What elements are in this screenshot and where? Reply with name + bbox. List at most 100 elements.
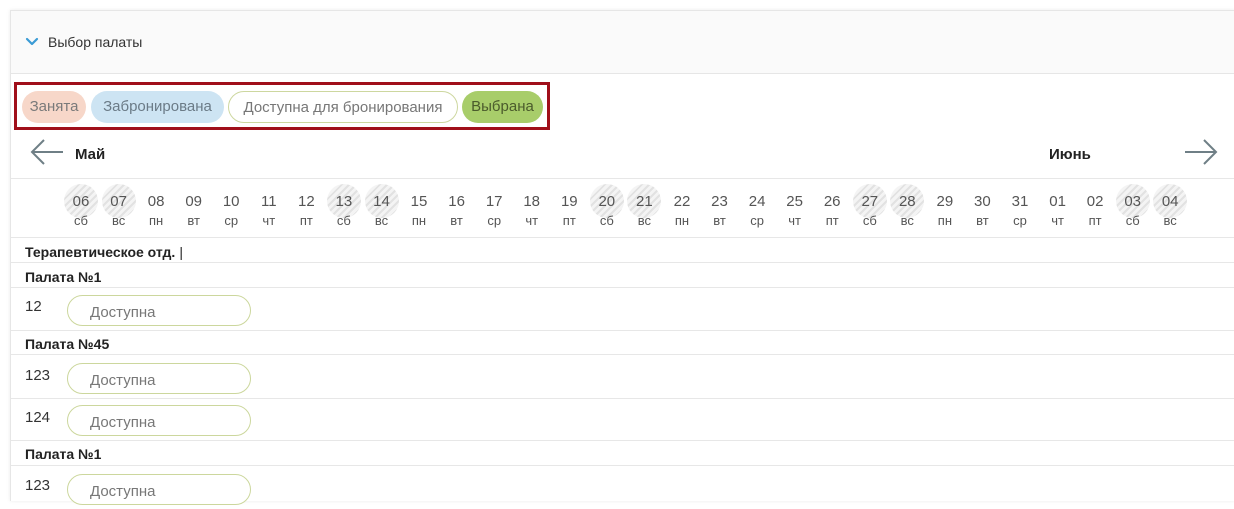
calendar-day[interactable]: 31 ср	[1003, 189, 1037, 235]
day-of-week: вс	[1163, 213, 1177, 228]
day-of-week: сб	[1125, 213, 1140, 228]
day-of-week: чт	[525, 213, 539, 228]
bed-status-available[interactable]: Доступна	[67, 474, 251, 505]
day-of-week: вс	[637, 213, 652, 228]
calendar-day[interactable]: 03 сб	[1115, 184, 1150, 235]
calendar-day[interactable]: 15 пн	[402, 189, 436, 235]
arrow-right-icon[interactable]	[1183, 137, 1219, 167]
calendar-day[interactable]: 22 пн	[665, 189, 699, 235]
bed-status-available[interactable]: Доступна	[67, 405, 251, 436]
day-of-week: пн	[411, 213, 427, 228]
day-number: 25	[786, 193, 803, 210]
month-label-current: Май	[75, 146, 106, 163]
calendar-day[interactable]: 07 вс	[101, 184, 136, 235]
day-number: 04	[1161, 193, 1179, 210]
day-number: 19	[560, 193, 578, 210]
calendar-day[interactable]: 11 чт	[252, 189, 286, 235]
calendar-day[interactable]: 21 вс	[627, 184, 662, 235]
calendar-day[interactable]: 16 вт	[440, 189, 474, 235]
ward-title: Палата №1	[25, 446, 102, 462]
calendar-day[interactable]: 23 вт	[703, 189, 737, 235]
calendar-day[interactable]: 13 сб	[326, 184, 361, 235]
day-of-week: пт	[299, 213, 313, 228]
day-of-week: чт	[262, 213, 276, 228]
bed-number: 123	[25, 367, 51, 384]
divider	[11, 398, 1234, 399]
day-number: 29	[936, 193, 954, 210]
panel-header[interactable]: Выбор палаты	[11, 11, 1234, 74]
day-of-week: ср	[750, 213, 764, 228]
day-of-week: ср	[1013, 213, 1027, 228]
day-number: 03	[1124, 193, 1142, 210]
divider	[11, 354, 1234, 355]
day-number: 30	[974, 193, 991, 210]
legend-selected[interactable]: Выбрана	[462, 91, 543, 123]
day-number: 06	[72, 193, 90, 210]
day-of-week: пн	[148, 213, 164, 228]
day-number: 11	[261, 193, 277, 210]
day-of-week: сб	[336, 213, 351, 228]
calendar-day[interactable]: 26 пт	[815, 189, 849, 235]
day-number: 26	[823, 193, 841, 210]
day-number: 31	[1011, 193, 1029, 210]
calendar-day[interactable]: 20 сб	[589, 184, 624, 235]
day-of-week: вт	[976, 213, 989, 228]
calendar-day[interactable]: 18 чт	[515, 189, 549, 235]
calendar-day[interactable]: 19 пт	[552, 189, 586, 235]
day-of-week: сб	[74, 213, 88, 228]
calendar-day[interactable]: 27 сб	[852, 184, 887, 235]
ward-selection-panel: Выбор палаты Занята Забронирована Доступ…	[10, 10, 1234, 505]
day-number: 23	[711, 193, 728, 210]
ward-title: Палата №45	[25, 336, 110, 352]
bed-status-available[interactable]: Доступна	[67, 295, 251, 326]
divider	[11, 440, 1234, 441]
day-of-week: пт	[562, 213, 576, 228]
calendar-day[interactable]: 10 ср	[214, 189, 248, 235]
day-number: 21	[636, 193, 653, 210]
day-of-week: чт	[1051, 213, 1064, 228]
divider	[11, 465, 1234, 466]
calendar-day[interactable]: 08 пн	[139, 189, 173, 235]
calendar-day[interactable]: 02 пт	[1078, 189, 1112, 235]
day-of-week: вт	[187, 213, 200, 228]
calendar-day[interactable]: 12 пт	[289, 189, 323, 235]
day-number: 13	[335, 193, 353, 210]
calendar-day[interactable]: 06 сб	[64, 184, 98, 235]
day-number: 27	[861, 193, 879, 210]
calendar-day[interactable]: 17 ср	[477, 189, 511, 235]
calendar-day[interactable]: 14 вс	[364, 184, 399, 235]
day-number: 16	[448, 193, 465, 210]
day-number: 09	[185, 193, 203, 210]
legend-booked[interactable]: Забронирована	[91, 91, 224, 123]
divider	[11, 330, 1234, 331]
bed-number: 12	[25, 298, 42, 315]
day-number: 07	[110, 193, 127, 210]
day-of-week: вс	[900, 213, 914, 228]
day-number: 17	[485, 193, 503, 210]
day-number: 10	[222, 193, 240, 210]
calendar-day[interactable]: 09 вт	[177, 189, 211, 235]
divider	[11, 262, 1234, 263]
bed-status-available[interactable]: Доступна	[67, 363, 251, 394]
day-of-week: пт	[825, 213, 839, 228]
day-number: 01	[1049, 193, 1066, 210]
day-of-week: ср	[487, 213, 502, 228]
chevron-down-icon[interactable]	[23, 33, 41, 51]
divider	[11, 237, 1234, 238]
legend-available[interactable]: Доступна для бронирования	[228, 91, 458, 123]
calendar-day[interactable]: 28 вс	[890, 184, 925, 235]
legend-busy[interactable]: Занята	[22, 91, 86, 123]
day-number: 12	[298, 193, 315, 210]
calendar-day[interactable]: 01 чт	[1041, 189, 1075, 235]
calendar-day[interactable]: 29 пн	[928, 189, 962, 235]
calendar-day[interactable]: 04 вс	[1153, 184, 1188, 235]
calendar-day[interactable]: 30 вт	[965, 189, 999, 235]
bed-number: 123	[25, 477, 51, 494]
calendar-day[interactable]: 24 ср	[740, 189, 774, 235]
day-number: 14	[373, 193, 390, 210]
arrow-left-icon[interactable]	[29, 137, 65, 167]
text-caret: |	[179, 244, 183, 260]
calendar-day[interactable]: 25 чт	[778, 189, 812, 235]
day-number: 22	[673, 193, 691, 210]
day-number: 02	[1086, 193, 1104, 210]
